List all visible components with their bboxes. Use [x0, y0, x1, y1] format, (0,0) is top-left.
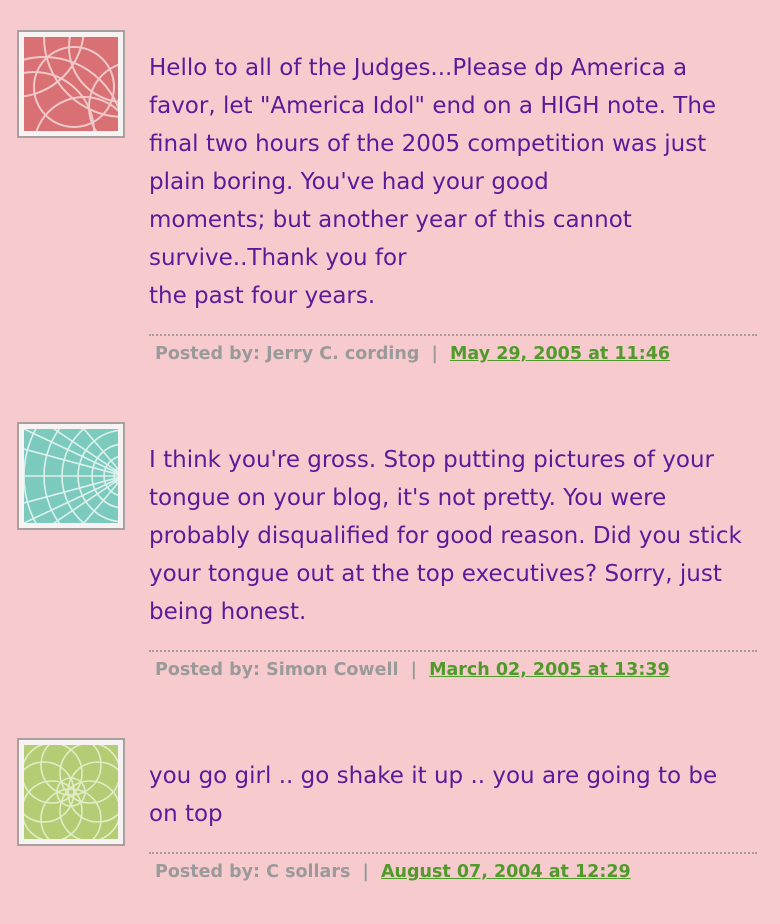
avatar — [17, 30, 125, 138]
comment-author: Jerry C. cording — [266, 344, 420, 364]
footer-separator: | — [362, 862, 369, 882]
avatar — [17, 422, 125, 530]
comment-line: moments; but another year of this cannot — [149, 207, 632, 233]
comment-author: C sollars — [266, 862, 351, 882]
comment-line: on top — [149, 801, 223, 827]
green-flower-pattern-icon — [24, 745, 118, 839]
comment-line: your tongue out at the top executives? S… — [149, 561, 722, 587]
avatar — [17, 738, 125, 846]
comments-list: Hello to all of the Judges...Please dp A… — [0, 0, 780, 924]
comment-line: tongue on your blog, it's not pretty. Yo… — [149, 485, 667, 511]
comment-text: you go girl .. go shake it up .. you are… — [149, 757, 757, 833]
red-circles-pattern-icon — [24, 37, 118, 131]
comment-text: I think you're gross. Stop putting pictu… — [149, 441, 757, 631]
comment-text: Hello to all of the Judges...Please dp A… — [149, 49, 757, 315]
comment-footer: Posted by: Simon Cowell | March 02, 2005… — [149, 650, 757, 680]
comment-permalink[interactable]: May 29, 2005 at 11:46 — [450, 344, 670, 364]
comment-permalink[interactable]: August 07, 2004 at 12:29 — [381, 862, 631, 882]
comment-footer: Posted by: C sollars | August 07, 2004 a… — [149, 852, 757, 882]
comment-author: Simon Cowell — [266, 660, 399, 680]
comment-footer: Posted by: Jerry C. cording | May 29, 20… — [149, 334, 757, 364]
comment-line: being honest. — [149, 599, 307, 625]
posted-by-label: Posted by: — [155, 344, 261, 364]
footer-separator: | — [431, 344, 438, 364]
comment-line: plain boring. You've had your good — [149, 169, 549, 195]
comment-line: final two hours of the 2005 competition … — [149, 131, 707, 157]
footer-separator: | — [410, 660, 417, 680]
teal-spiral-pattern-icon — [24, 429, 118, 523]
comment-line: survive..Thank you for — [149, 245, 407, 271]
comment-line: you go girl .. go shake it up .. you are… — [149, 763, 718, 789]
posted-by-label: Posted by: — [155, 660, 261, 680]
comment-permalink[interactable]: March 02, 2005 at 13:39 — [429, 660, 670, 680]
comment-line: I think you're gross. Stop putting pictu… — [149, 447, 715, 473]
posted-by-label: Posted by: — [155, 862, 261, 882]
comment-line: the past four years. — [149, 283, 376, 309]
comment-line: favor, let "America Idol" end on a HIGH … — [149, 93, 717, 119]
comment-line: probably disqualified for good reason. D… — [149, 523, 742, 549]
comment-line: Hello to all of the Judges...Please dp A… — [149, 55, 688, 81]
